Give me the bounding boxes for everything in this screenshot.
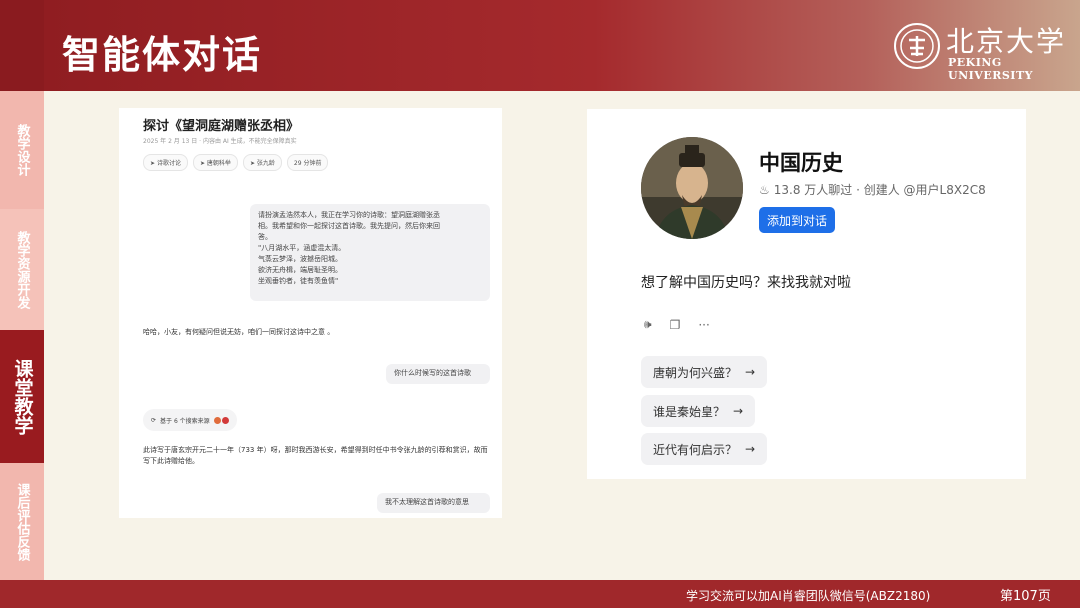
bot-avatar xyxy=(641,137,743,239)
suggestion-chip[interactable]: 近代有何启示？ → xyxy=(641,433,768,465)
tag-time: 29 分钟前 xyxy=(286,154,329,171)
sidebar-item-classroom-teaching[interactable]: 课堂教学 xyxy=(0,330,44,463)
message-actions: 🕪 ❐ ··· xyxy=(644,317,710,332)
message-line: 答。 xyxy=(258,233,272,241)
sidebar-item-label: 教学资源开发 xyxy=(14,230,30,309)
sidebar-item-resource-development[interactable]: 教学资源开发 xyxy=(0,209,44,330)
search-sources-pill[interactable]: ⟳ 基于 6 个搜索来源 xyxy=(143,409,237,431)
bot-reply: 哈哈，小友，有何疑问但说无妨，咱们一同探讨这诗中之意 。 xyxy=(143,328,335,336)
sidebar-item-teaching-design[interactable]: 教学设计 xyxy=(0,91,44,209)
user-message: 我不太理解这首诗歌的意思 xyxy=(377,493,490,513)
tag-person[interactable]: ➤ 张九龄 xyxy=(242,154,282,171)
suggestion-label: 近代有何启示？ xyxy=(653,442,738,457)
page-title: 智能体对话 xyxy=(62,33,263,77)
tag-icon: ➤ xyxy=(150,160,156,167)
user-message: 请扮演孟浩然本人，我正在学习你的诗歌：望洞庭湖赠张丞 相。我希望和你一起探讨这首… xyxy=(250,204,490,301)
tag-label: 张九龄 xyxy=(256,160,275,167)
chat-meta: 2025 年 2 月 13 日 · 内容由 AI 生成，不能完全保障真实 xyxy=(143,138,297,145)
copy-icon[interactable]: ❐ xyxy=(670,318,681,332)
bot-greeting: 想了解中国历史吗？来找我就对啦 xyxy=(641,275,851,291)
bot-card-panel: 中国历史 ♨ 13.8 万人聊过 · 创建人 @用户L8X2C8 添加到对话 想… xyxy=(587,109,1026,479)
bot-name: 中国历史 xyxy=(759,151,843,175)
message-line: 坐观垂钓者，徒有羡鱼情" xyxy=(258,277,339,285)
user-message: 你什么时候写的这首诗歌 xyxy=(386,364,490,384)
arrow-right-icon: → xyxy=(745,442,756,456)
header-corner xyxy=(0,0,44,91)
tag-exam[interactable]: ➤ 唐朝科举 xyxy=(192,154,238,171)
source-avatar-icon xyxy=(221,416,229,424)
message-line: 气蒸云梦泽，波撼岳阳城。 xyxy=(258,255,342,263)
message-line: 相。我希望和你一起探讨这首诗歌。我先提问，然后你来回 xyxy=(258,222,440,230)
add-to-chat-button[interactable]: 添加到对话 xyxy=(759,207,835,233)
suggestion-label: 谁是秦始皇？ xyxy=(653,404,726,419)
header-bar: 智能体对话 北京大学 PEKING UNIVERSITY xyxy=(0,0,1080,91)
speaker-icon[interactable]: 🕪 xyxy=(644,317,652,332)
arrow-right-icon: → xyxy=(733,404,744,418)
tag-label: 诗歌讨论 xyxy=(156,160,181,167)
sidebar-item-label: 课堂教学 xyxy=(11,358,34,435)
sidebar-item-after-class-feedback[interactable]: 课后评估反馈 xyxy=(0,463,44,580)
bot-stats: ♨ 13.8 万人聊过 · 创建人 @用户L8X2C8 xyxy=(759,181,986,198)
sidebar-item-label: 课后评估反馈 xyxy=(14,482,30,561)
university-name-en: PEKING UNIVERSITY xyxy=(948,56,1033,82)
bot-reply: 此诗写于唐玄宗开元二十一年（733 年）呀，那时我西游长安，希望得到时任中书令张… xyxy=(143,446,488,465)
bot-stats-text: 13.8 万人聊过 · 创建人 @用户L8X2C8 xyxy=(773,183,986,197)
search-pill-label: 基于 6 个搜索来源 xyxy=(160,417,210,425)
tag-icon: ➤ xyxy=(249,160,255,167)
tag-icon: ➤ xyxy=(199,160,205,167)
suggestion-label: 唐朝为何兴盛？ xyxy=(653,365,738,380)
tag-label: 唐朝科举 xyxy=(206,160,231,167)
pku-logo-icon xyxy=(894,23,940,69)
sidebar: 教学设计 教学资源开发 课堂教学 课后评估反馈 xyxy=(0,91,44,580)
message-line: "八月湖水平，涵虚混太清。 xyxy=(258,244,346,252)
arrow-right-icon: → xyxy=(745,365,756,379)
fire-icon: ♨ xyxy=(759,182,770,197)
university-name-cn: 北京大学 xyxy=(946,25,1067,58)
search-icon: ⟳ xyxy=(151,416,157,424)
page-number: 第107页 xyxy=(1000,589,1051,604)
sidebar-item-label: 教学设计 xyxy=(14,124,30,176)
suggestion-chip[interactable]: 谁是秦始皇？ → xyxy=(641,395,756,427)
footer-text: 学习交流可以加AI肖睿团队微信号(ABZ2180) xyxy=(686,589,931,603)
chat-title: 探讨《望洞庭湖赠张丞相》 xyxy=(143,119,300,134)
suggestion-chip[interactable]: 唐朝为何兴盛？ → xyxy=(641,356,768,388)
footer-bar: 学习交流可以加AI肖睿团队微信号(ABZ2180) 第107页 xyxy=(0,580,1080,608)
tag-poetry[interactable]: ➤ 诗歌讨论 xyxy=(143,154,188,171)
more-icon[interactable]: ··· xyxy=(698,318,709,332)
message-line: 请扮演孟浩然本人，我正在学习你的诗歌：望洞庭湖赠张丞 xyxy=(258,211,440,219)
message-line: 欲济无舟楫，端居耻圣明。 xyxy=(258,266,342,274)
chat-screenshot-panel: 探讨《望洞庭湖赠张丞相》 2025 年 2 月 13 日 · 内容由 AI 生成… xyxy=(119,108,502,518)
source-avatar-icon xyxy=(213,416,221,424)
tag-list: ➤ 诗歌讨论 ➤ 唐朝科举 ➤ 张九龄 29 分钟前 xyxy=(143,154,329,171)
